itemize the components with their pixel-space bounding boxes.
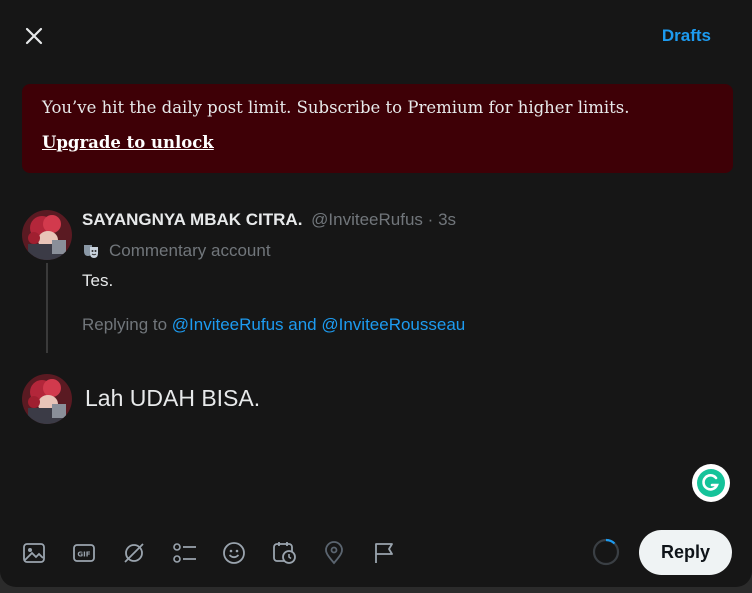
poll-icon [173, 543, 196, 563]
gif-icon: GIF [73, 544, 95, 562]
commentary-badge: Commentary account [82, 241, 271, 261]
masks-icon [84, 245, 98, 258]
grok-icon [124, 543, 144, 563]
compose-toolbar: GIF [22, 536, 422, 570]
compose-avatar[interactable] [22, 374, 72, 424]
drafts-button[interactable]: Drafts [662, 26, 711, 46]
grammarly-icon [697, 469, 725, 497]
location-icon [325, 541, 343, 565]
tweet-time: 3s [438, 210, 457, 229]
svg-text:GIF: GIF [77, 551, 90, 559]
grok-button[interactable] [122, 536, 172, 570]
replying-to: Replying to @InviteeRufus and @InviteeRo… [82, 315, 465, 335]
upgrade-link[interactable]: Upgrade to unlock [42, 133, 214, 152]
grammarly-button[interactable] [692, 464, 730, 502]
tweet-display-name[interactable]: SAYANGNYA MBAK CITRA. [82, 210, 302, 229]
flag-button[interactable] [372, 536, 422, 570]
emoji-icon [223, 542, 245, 564]
tweet-header: SAYANGNYA MBAK CITRA. @InviteeRufus · 3s [82, 210, 456, 230]
reply-button[interactable]: Reply [639, 530, 732, 575]
thread-line [46, 263, 48, 353]
commentary-label: Commentary account [109, 241, 271, 260]
post-limit-banner: You’ve hit the daily post limit. Subscri… [22, 84, 733, 173]
tweet-avatar[interactable] [22, 210, 72, 260]
tweet-handle[interactable]: @InviteeRufus [311, 210, 423, 229]
emoji-button[interactable] [222, 536, 272, 570]
close-icon [25, 27, 43, 45]
media-button[interactable] [22, 536, 72, 570]
poll-button[interactable] [172, 536, 222, 570]
flag-icon [375, 543, 393, 563]
replying-mentions[interactable]: @InviteeRufus and @InviteeRousseau [172, 315, 465, 334]
replying-prefix: Replying to [82, 315, 168, 334]
location-button[interactable] [322, 536, 372, 570]
post-limit-message: You’ve hit the daily post limit. Subscri… [42, 98, 630, 117]
image-icon [23, 543, 45, 563]
gif-button[interactable]: GIF [72, 536, 122, 570]
tweet-text: Tes. [82, 271, 114, 290]
schedule-button[interactable] [272, 536, 322, 570]
character-count-ring [592, 538, 620, 566]
compose-input[interactable]: Lah UDAH BISA. [85, 385, 260, 412]
close-button[interactable] [20, 22, 48, 50]
reply-modal: Drafts You’ve hit the daily post limit. … [0, 0, 752, 587]
schedule-icon [273, 542, 296, 564]
tweet-separator: · [427, 210, 434, 229]
